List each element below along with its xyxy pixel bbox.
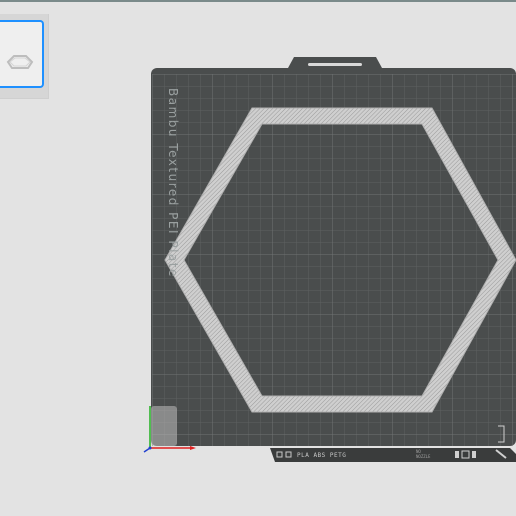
- object-preview-icon: [6, 55, 34, 69]
- filament-types-label: PLA ABS PETG: [297, 452, 347, 459]
- top-border: [0, 0, 516, 2]
- plate-name-label: Bambu Textured PEI Plate: [166, 88, 180, 278]
- strip-icon-e: [472, 451, 476, 458]
- strip-small-label-b: NOZZLE: [416, 454, 431, 459]
- plate-thumbnail[interactable]: [0, 20, 44, 88]
- plate-handle: [288, 57, 382, 68]
- plate-corner-block: [151, 406, 177, 446]
- strip-icon-c: [455, 451, 459, 458]
- plate-handle-slot: [308, 63, 362, 66]
- plate-thumbnail-panel: [0, 14, 49, 99]
- plate-grid-major: [152, 74, 516, 446]
- axis-origin: [148, 446, 152, 450]
- axis-x-arrow: [190, 446, 196, 450]
- build-plate-view[interactable]: Bambu Textured PEI Plate PLA ABS PETG NO…: [140, 50, 516, 470]
